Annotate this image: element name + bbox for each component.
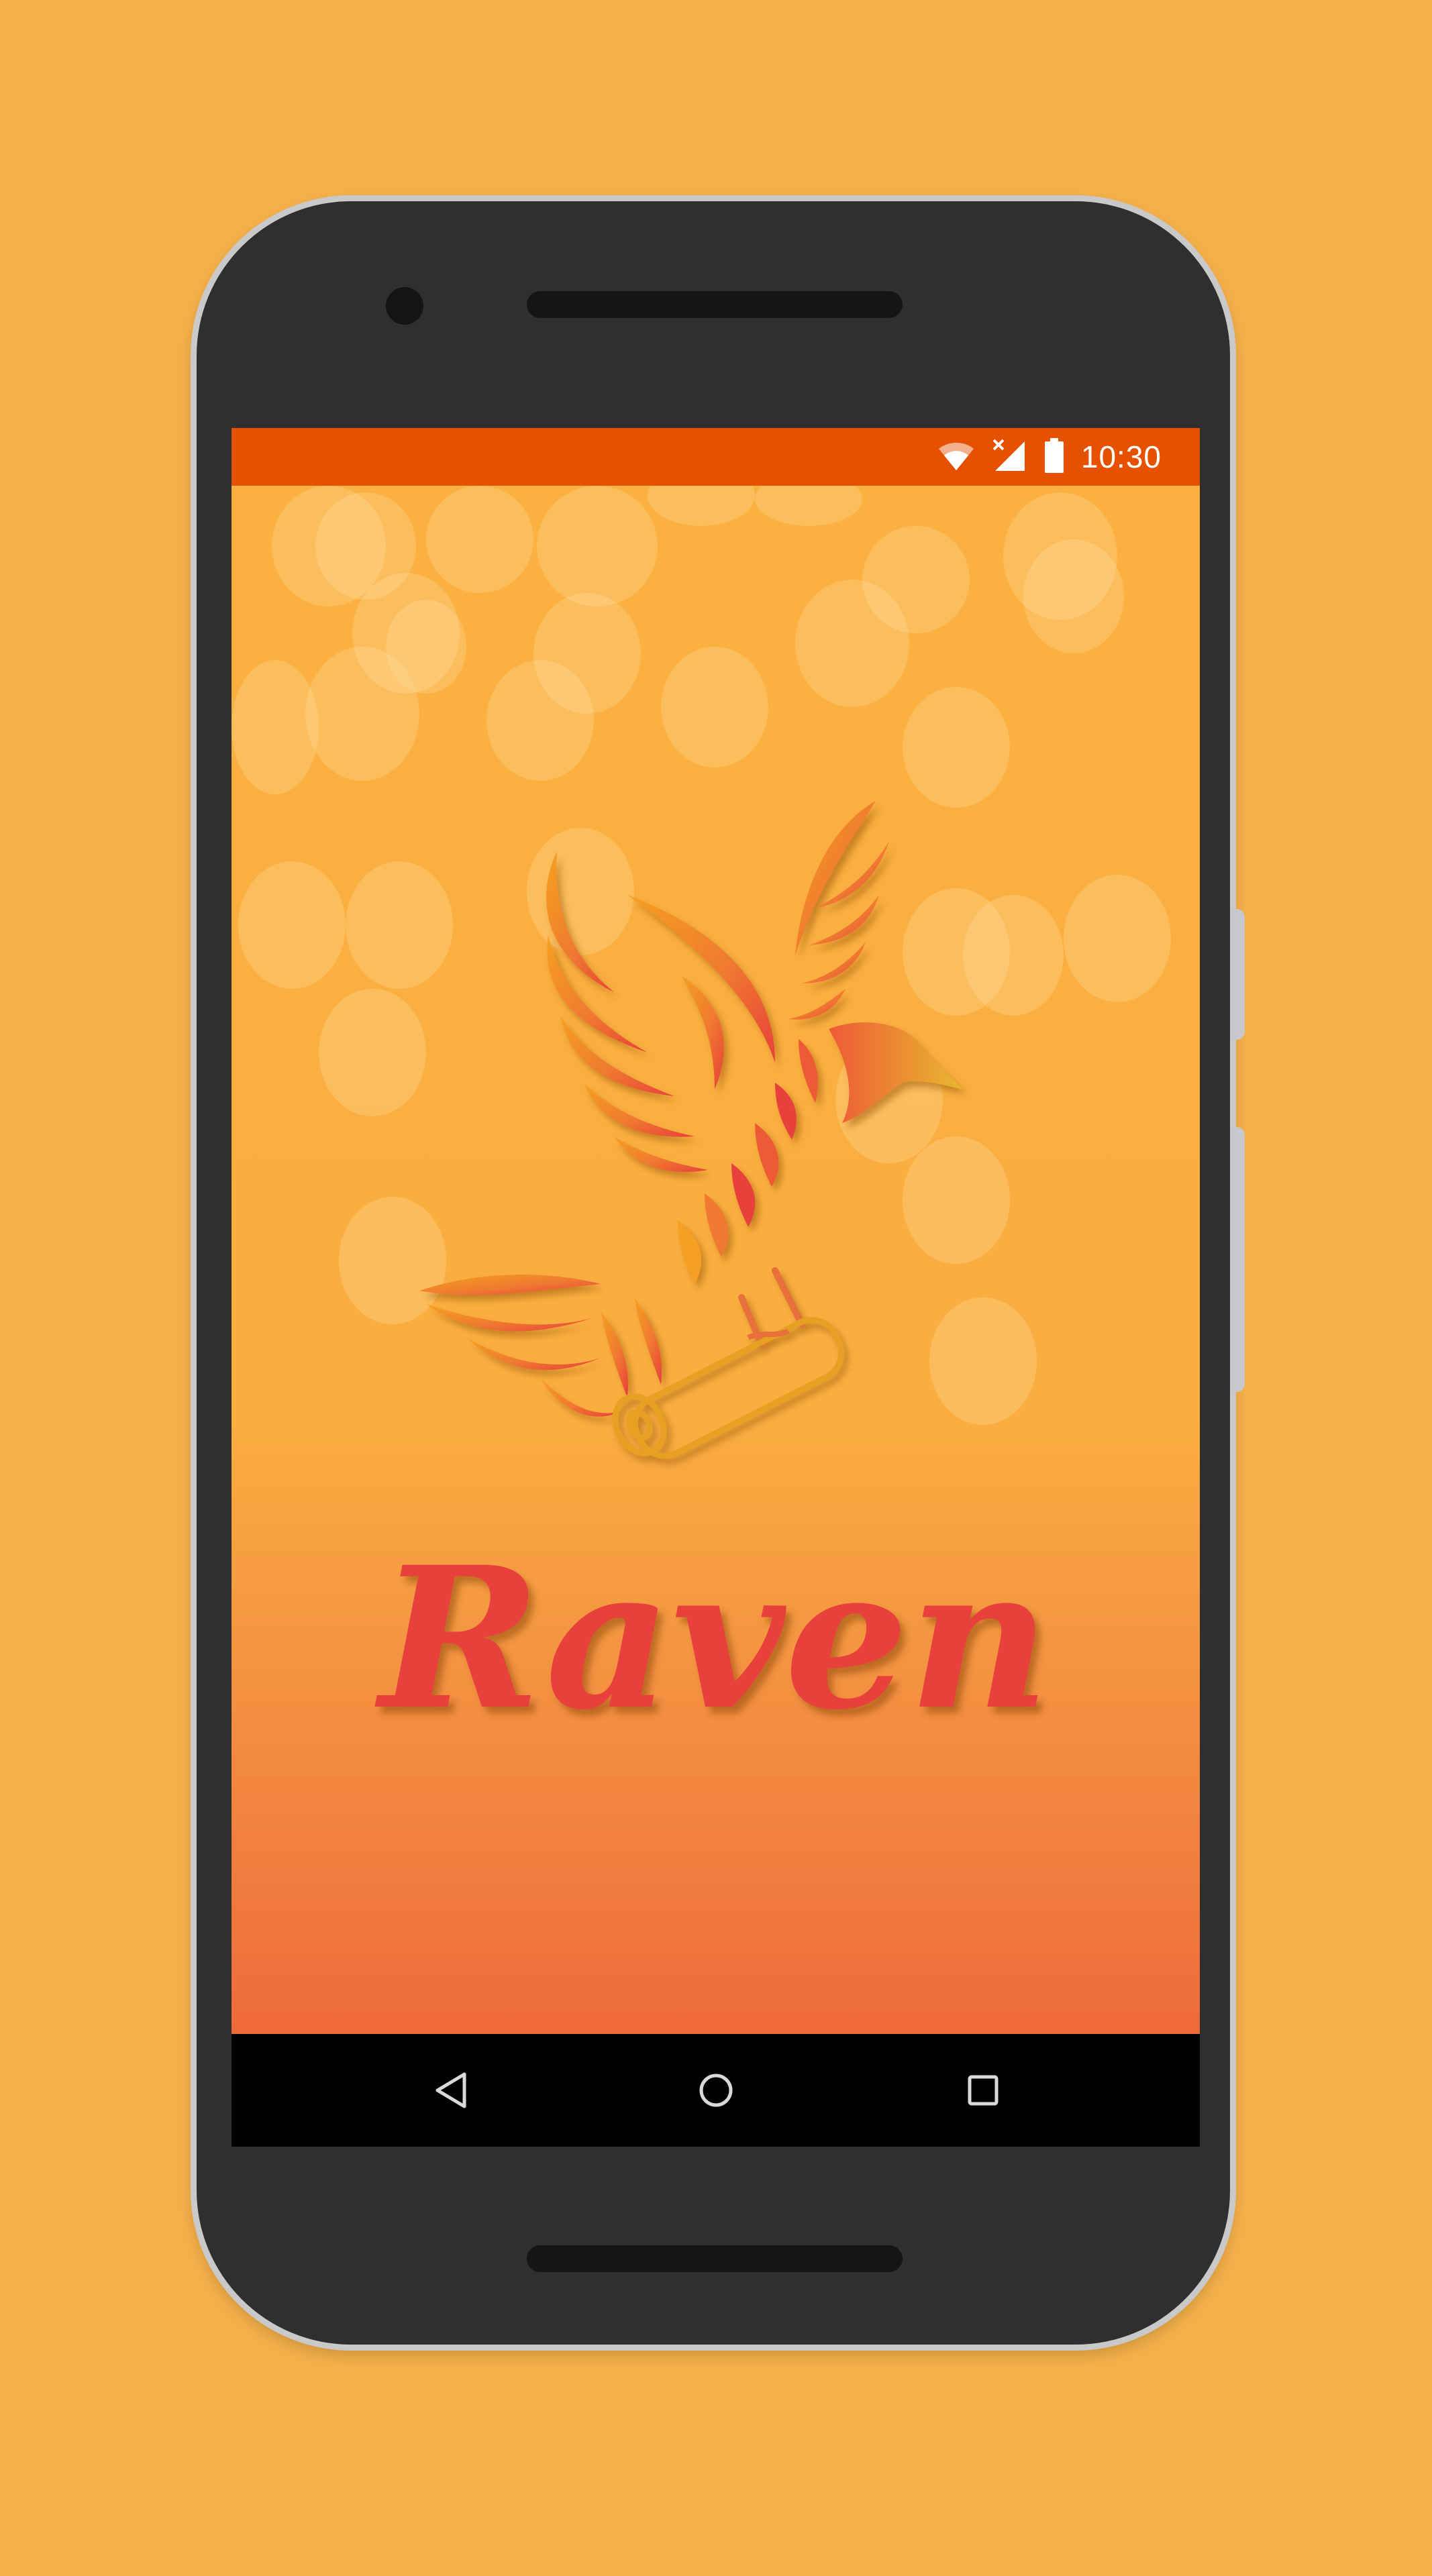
- bokeh-decoration: [661, 647, 768, 767]
- front-camera: [386, 287, 423, 325]
- bokeh-decoration: [426, 486, 533, 593]
- splash-screen: Raven: [232, 486, 1200, 2034]
- earpiece-speaker: [527, 291, 903, 318]
- bokeh-decoration: [1023, 539, 1124, 653]
- device-mockup-stage: 10:30 Raven: [0, 0, 1432, 2576]
- volume-button: [1230, 909, 1245, 1040]
- raven-logo-icon: [419, 801, 963, 1459]
- wifi-icon: [937, 439, 975, 475]
- bokeh-decoration: [755, 486, 862, 526]
- app-name-text: Raven: [373, 1525, 1050, 1753]
- recents-icon[interactable]: [956, 2063, 1010, 2117]
- status-time: 10:30: [1080, 439, 1162, 474]
- status-icons: 10:30: [937, 428, 1162, 486]
- bokeh-decoration: [903, 687, 1010, 808]
- navigation-bar: [232, 2034, 1200, 2147]
- bokeh-decoration: [1064, 875, 1171, 1002]
- phone-screen: 10:30 Raven: [232, 428, 1200, 2147]
- power-button: [1230, 1127, 1245, 1392]
- app-wordmark: Raven: [373, 1525, 1050, 1753]
- bokeh-decoration: [305, 647, 419, 781]
- back-icon[interactable]: [424, 2063, 478, 2117]
- signal-no-data-icon: [992, 439, 1027, 476]
- bokeh-decoration: [238, 861, 346, 989]
- home-icon[interactable]: [689, 2063, 743, 2117]
- bokeh-decoration: [537, 486, 658, 606]
- bokeh-decoration: [795, 580, 909, 707]
- battery-icon: [1044, 437, 1064, 476]
- bottom-speaker: [527, 2245, 903, 2272]
- bokeh-decoration: [232, 660, 319, 794]
- bokeh-decoration: [487, 660, 594, 781]
- status-bar: 10:30: [232, 428, 1200, 486]
- bokeh-decoration: [648, 486, 755, 526]
